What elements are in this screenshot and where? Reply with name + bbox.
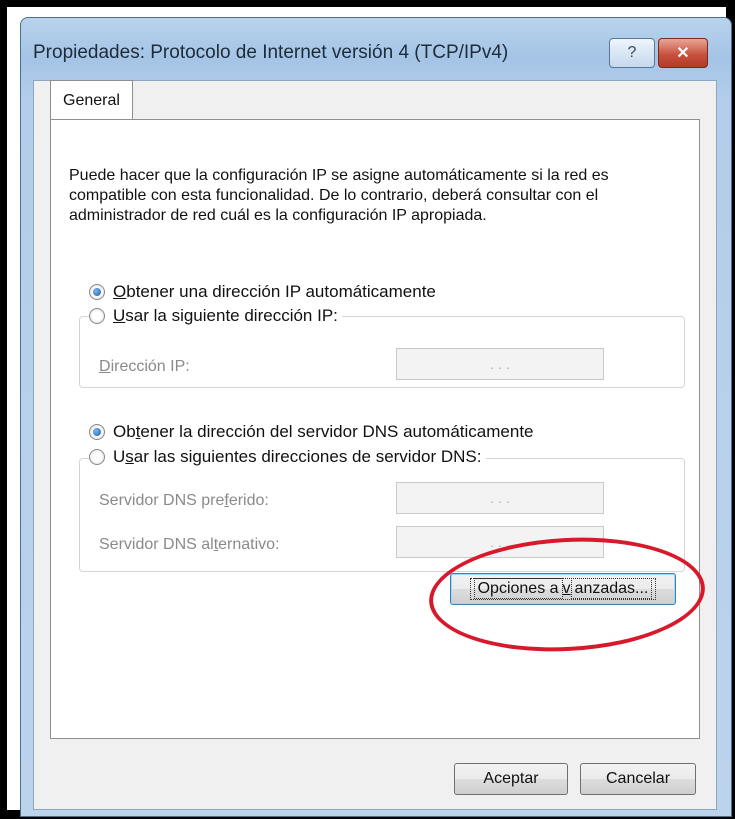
ip-address-input[interactable]: . . .: [396, 348, 604, 380]
dns-alternate-input[interactable]: . . .: [396, 526, 604, 558]
ip-manual-radio[interactable]: [89, 308, 105, 324]
dns-preferred-label: Servidor DNS preferido:: [99, 492, 269, 509]
title-bar[interactable]: Propiedades: Protocolo de Internet versi…: [21, 18, 731, 78]
dns-auto-option[interactable]: Obtener la dirección del servidor DNS au…: [89, 422, 534, 442]
dialog-body: General Puede hacer que la configuración…: [33, 80, 717, 810]
window-title: Propiedades: Protocolo de Internet versi…: [33, 42, 509, 63]
cancel-button[interactable]: Cancelar: [580, 763, 696, 795]
general-panel: Puede hacer que la configuración IP se a…: [50, 119, 700, 739]
dns-preferred-input[interactable]: . . .: [396, 482, 604, 514]
description-text: Puede hacer que la configuración IP se a…: [69, 167, 609, 224]
ip-address-label: Dirección IP:: [99, 358, 190, 375]
properties-dialog: Propiedades: Protocolo de Internet versi…: [20, 17, 732, 817]
dns-auto-label: Obtener la dirección del servidor DNS au…: [113, 422, 534, 441]
dns-alternate-label: Servidor DNS alternativo:: [99, 536, 280, 553]
close-button[interactable]: ✕: [658, 38, 708, 68]
dns-manual-option[interactable]: Usar las siguientes direcciones de servi…: [89, 447, 486, 467]
ip-auto-option[interactable]: Obtener una dirección IP automáticamente: [89, 282, 436, 302]
ip-auto-label: Obtener una dirección IP automáticamente: [113, 282, 436, 301]
close-icon: ✕: [676, 45, 690, 62]
dns-manual-radio[interactable]: [89, 449, 105, 465]
advanced-options-button[interactable]: Opciones a v anzadas...: [450, 573, 676, 605]
advanced-options-label: Opciones a v anzadas...: [469, 578, 657, 600]
tab-general[interactable]: General: [50, 80, 133, 120]
ip-manual-label: Usar la siguiente dirección IP:: [113, 306, 338, 325]
ok-button[interactable]: Aceptar: [454, 763, 568, 795]
ip-auto-radio[interactable]: [89, 284, 105, 300]
ip-manual-option[interactable]: Usar la siguiente dirección IP:: [89, 306, 342, 326]
dns-manual-label: Usar las siguientes direcciones de servi…: [113, 447, 482, 466]
dns-auto-radio[interactable]: [89, 424, 105, 440]
help-icon: ?: [627, 44, 637, 61]
help-button[interactable]: ?: [609, 38, 655, 68]
